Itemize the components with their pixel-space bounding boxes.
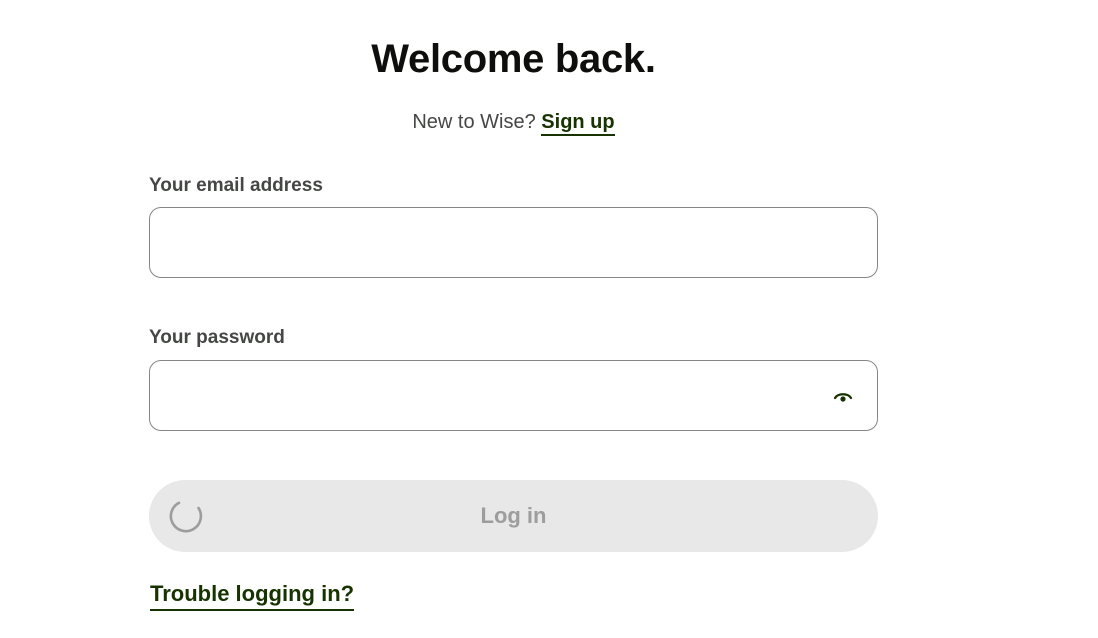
email-field[interactable]	[150, 208, 877, 277]
signup-prompt-text: New to Wise?	[412, 111, 536, 133]
password-field-container	[149, 360, 878, 431]
trouble-logging-in-link[interactable]: Trouble logging in?	[150, 580, 355, 611]
eye-icon	[833, 393, 853, 402]
email-label: Your email address	[149, 175, 323, 196]
login-button-label: Log in	[480, 503, 547, 528]
page-title: Welcome back.	[371, 37, 656, 81]
password-label: Your password	[149, 327, 285, 348]
signup-prompt: New to Wise? Sign up	[149, 108, 878, 136]
login-button[interactable]: Log in	[149, 480, 878, 552]
signup-link[interactable]: Sign up	[541, 111, 615, 136]
login-page: Welcome back. New to Wise? Sign up Your …	[0, 0, 1098, 638]
password-field[interactable]	[150, 361, 877, 430]
show-password-eye-icon[interactable]	[831, 385, 855, 409]
email-field-container	[149, 207, 878, 278]
